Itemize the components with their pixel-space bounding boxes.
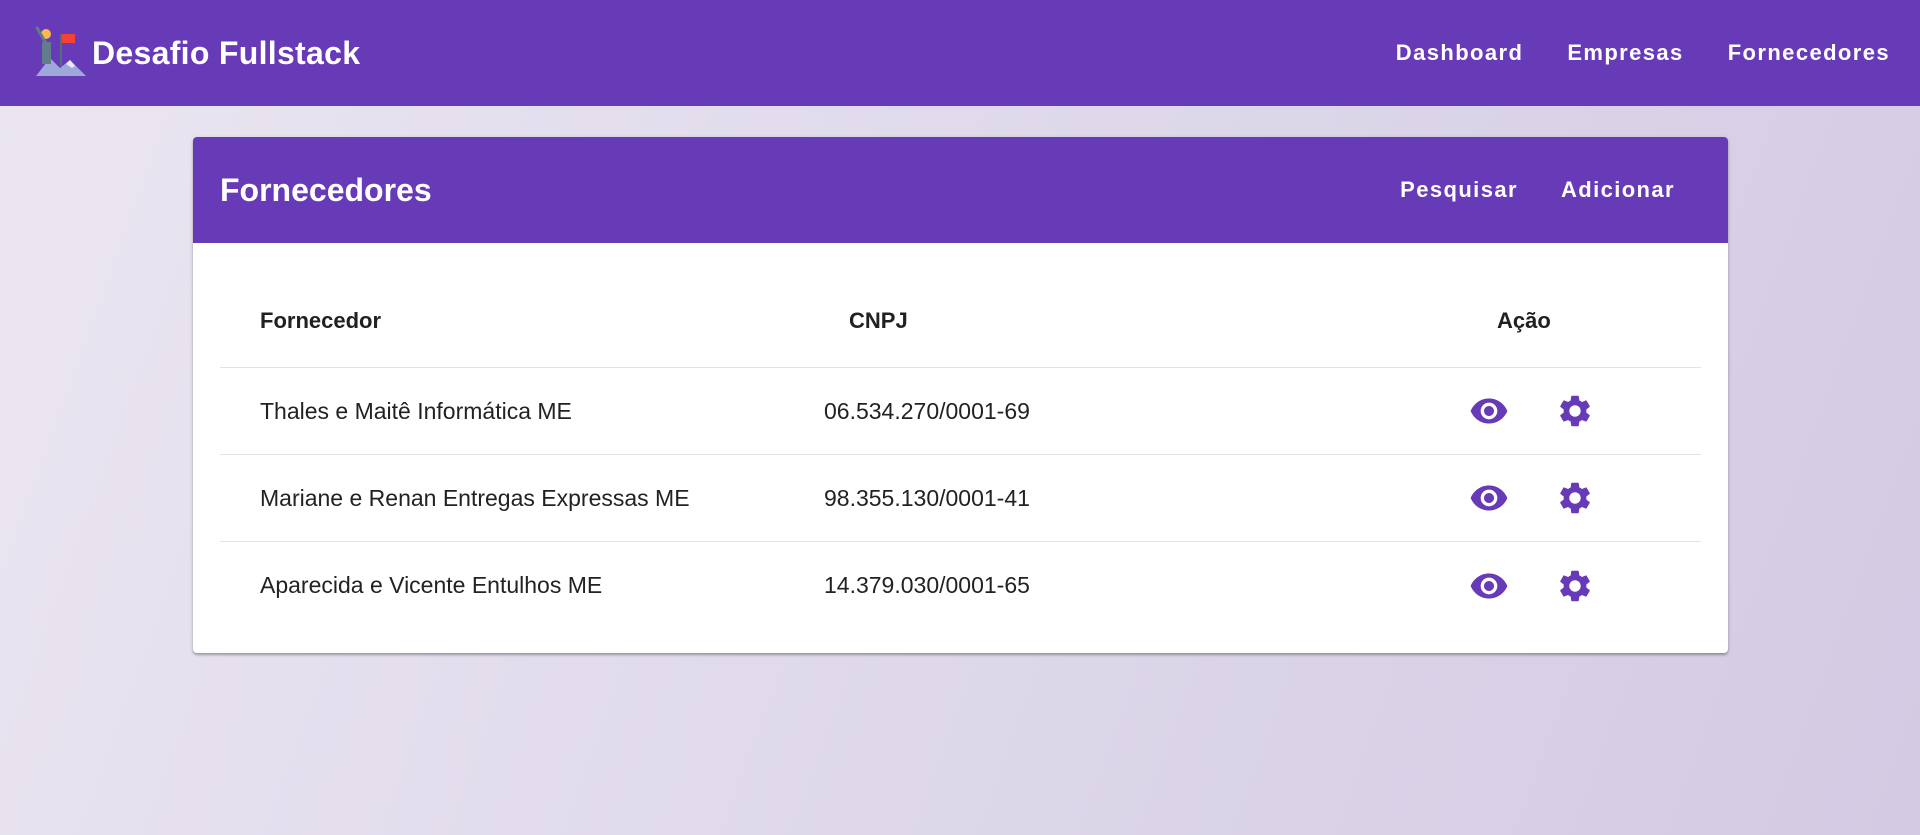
header-acao: Ação [1497,308,1551,333]
add-button[interactable]: Adicionar [1561,177,1675,203]
nav-empresas[interactable]: Empresas [1567,40,1683,66]
supplier-cnpj: 98.355.130/0001-41 [824,484,1030,511]
header-fornecedor: Fornecedor [260,308,382,333]
suppliers-card: Fornecedores Pesquisar Adicionar Fornece… [193,137,1728,653]
gear-icon[interactable] [1555,391,1595,431]
suppliers-table: Fornecedor CNPJ Ação Thales e Maitê Info… [220,243,1701,629]
supplier-cnpj: 14.379.030/0001-65 [824,572,1030,598]
supplier-name: Mariane e Renan Entregas Expressas ME [260,484,690,511]
supplier-name: Aparecida e Vicente Entulhos ME [260,572,603,598]
main-nav: Dashboard Empresas Fornecedores [1352,40,1890,66]
search-button[interactable]: Pesquisar [1400,177,1518,203]
table-row: Aparecida e Vicente Entulhos ME 14.379.0… [220,542,1701,629]
supplier-name: Thales e Maitê Informática ME [260,397,572,424]
eye-icon[interactable] [1469,478,1509,518]
card-actions: Pesquisar Adicionar [1357,177,1675,203]
row-actions [1445,566,1701,606]
app-logo-icon [30,22,92,85]
row-actions [1445,478,1701,518]
brand[interactable]: Desafio Fullstack [30,22,360,85]
gear-icon[interactable] [1555,478,1595,518]
gear-icon[interactable] [1555,566,1595,606]
nav-dashboard[interactable]: Dashboard [1396,40,1524,66]
top-app-bar: Desafio Fullstack Dashboard Empresas For… [0,0,1920,106]
table-row: Thales e Maitê Informática ME 06.534.270… [220,368,1701,455]
eye-icon[interactable] [1469,566,1509,606]
table-row: Mariane e Renan Entregas Expressas ME 98… [220,455,1701,542]
page-title: Fornecedores [220,171,432,208]
card-header: Fornecedores Pesquisar Adicionar [193,137,1728,243]
app-title: Desafio Fullstack [92,34,361,71]
header-cnpj: CNPJ [849,308,908,333]
nav-fornecedores[interactable]: Fornecedores [1728,40,1890,66]
table-header: Fornecedor CNPJ Ação [220,243,1701,368]
supplier-cnpj: 06.534.270/0001-69 [824,397,1030,424]
eye-icon[interactable] [1469,391,1509,431]
row-actions [1445,391,1701,431]
